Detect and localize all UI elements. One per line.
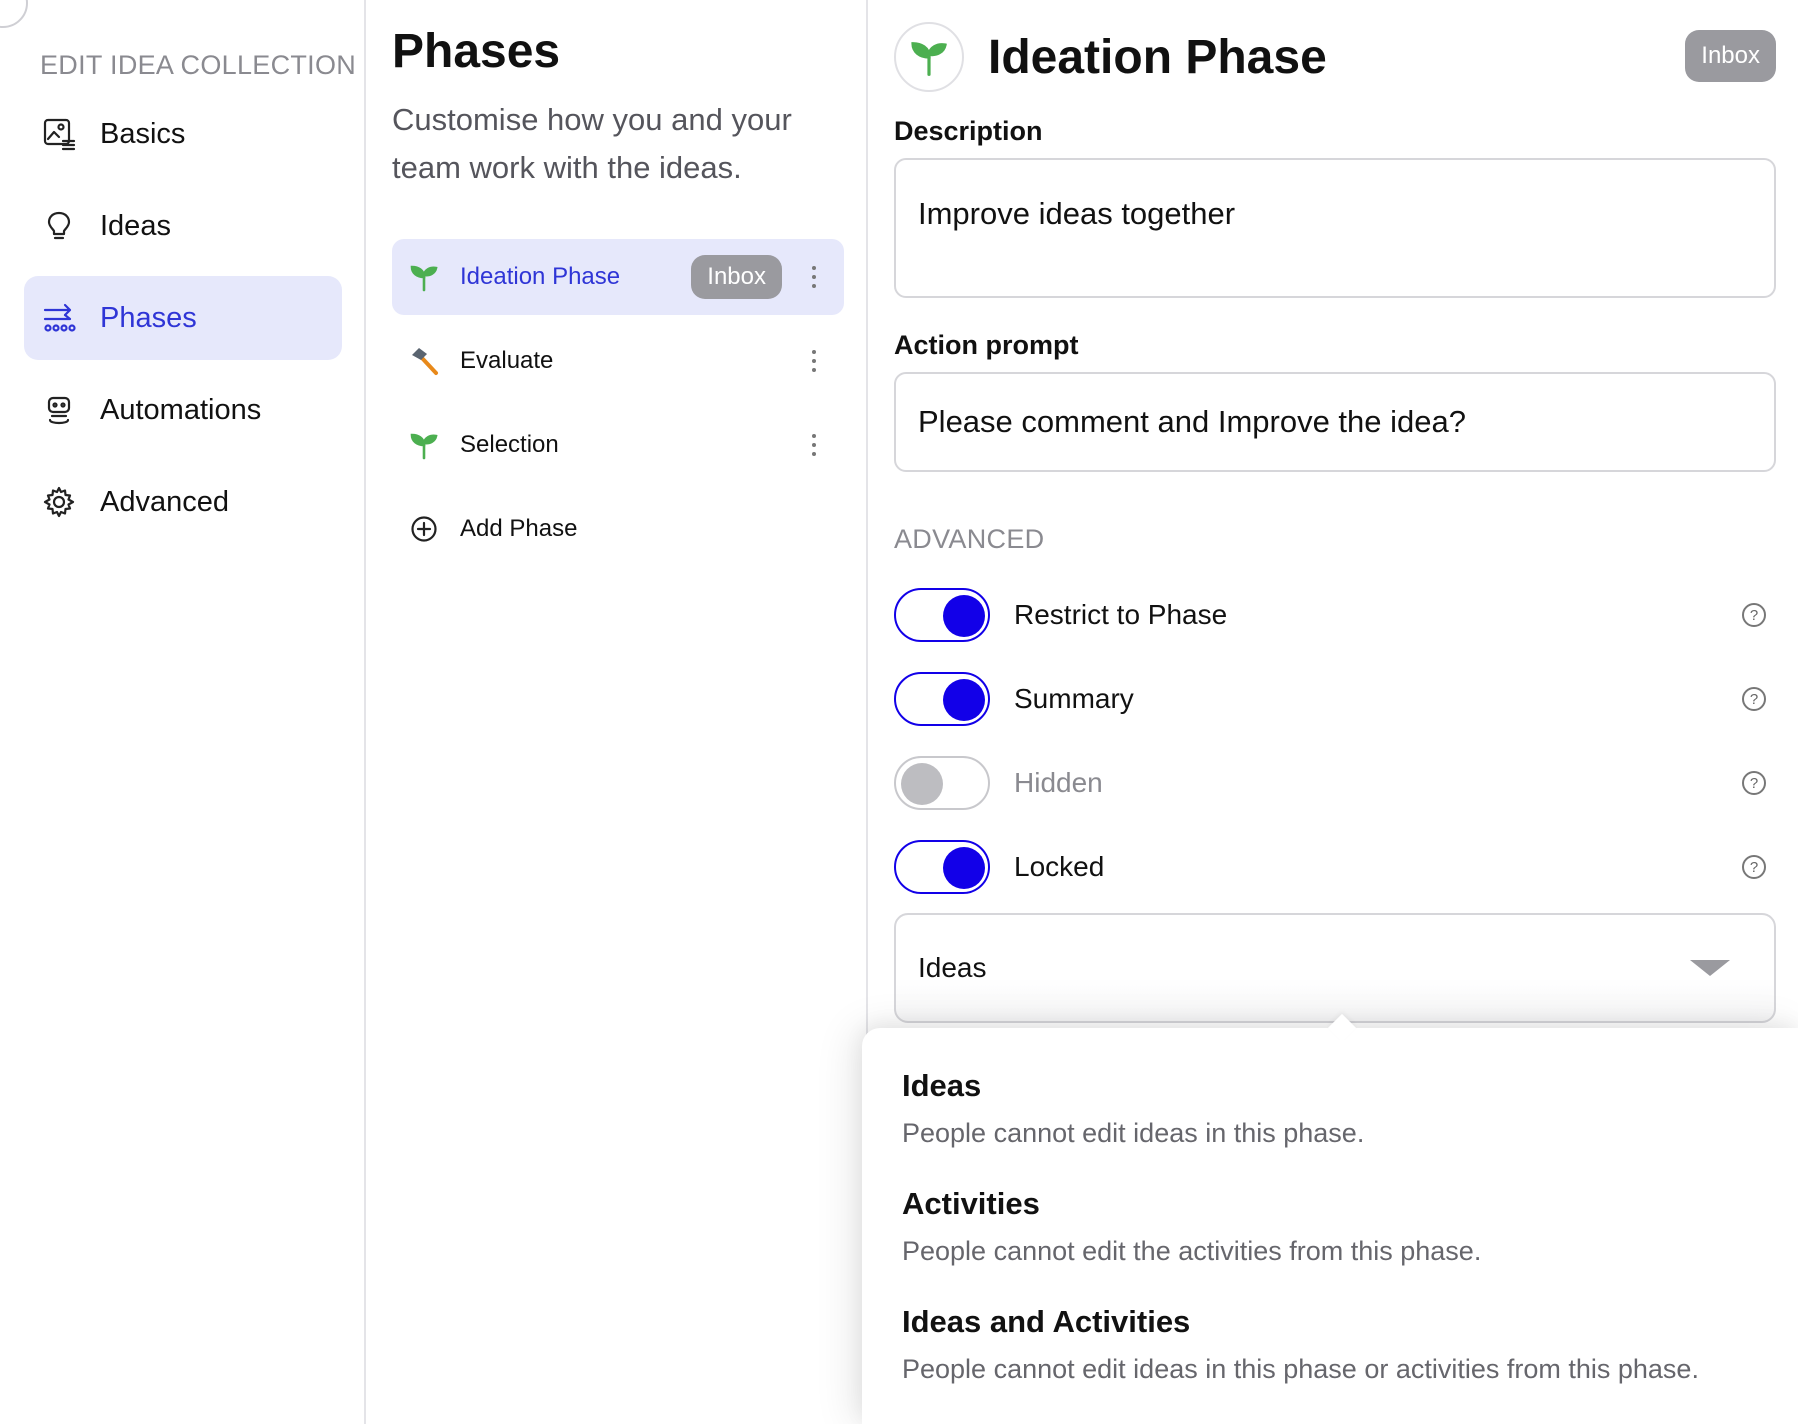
phases-icon xyxy=(42,301,76,335)
toggle-row-hidden: Hidden ? xyxy=(894,755,1776,811)
phase-name: Evaluate xyxy=(460,347,554,374)
description-field[interactable]: Improve ideas together xyxy=(894,158,1776,298)
sidebar-item-label: Automations xyxy=(100,393,262,426)
more-options-icon[interactable] xyxy=(806,431,822,459)
sidebar-item-label: Ideas xyxy=(100,209,171,242)
phases-column: Phases Customise how you and your team w… xyxy=(368,0,868,1424)
help-icon[interactable]: ? xyxy=(1742,603,1766,627)
description-label: Description xyxy=(894,116,1043,146)
option-description: People cannot edit the activities from t… xyxy=(902,1236,1482,1266)
settings-sidebar: EDIT IDEA COLLECTION Basics Ideas Phases… xyxy=(0,0,366,1424)
action-prompt-label: Action prompt xyxy=(894,330,1079,360)
toggle-row-restrict-to-phase: Restrict to Phase ? xyxy=(894,587,1776,643)
image-settings-icon xyxy=(42,117,76,151)
sidebar-item-basics[interactable]: Basics xyxy=(24,92,342,176)
hammer-icon xyxy=(408,345,440,377)
description-value: Improve ideas together xyxy=(918,196,1236,231)
summary-toggle[interactable] xyxy=(894,672,990,726)
sidebar-nav: Basics Ideas Phases Automations Advanced xyxy=(24,92,342,552)
help-icon[interactable]: ? xyxy=(1742,687,1766,711)
sidebar-item-phases[interactable]: Phases xyxy=(24,276,342,360)
more-options-icon[interactable] xyxy=(806,347,822,375)
toggle-label: Summary xyxy=(1014,683,1134,714)
page-title: Phases xyxy=(392,25,561,78)
inbox-badge: Inbox xyxy=(1685,30,1776,82)
dropdown-option-ideas[interactable]: Ideas People cannot edit ideas in this p… xyxy=(902,1068,1762,1149)
option-name: Activities xyxy=(902,1186,1040,1221)
phase-list: Ideation Phase Inbox Evaluate Selection … xyxy=(392,239,844,575)
option-description: People cannot edit ideas in this phase o… xyxy=(902,1354,1699,1384)
phase-name: Selection xyxy=(460,431,559,458)
inbox-badge: Inbox xyxy=(691,255,782,299)
restrict-to-phase-toggle[interactable] xyxy=(894,588,990,642)
option-description: People cannot edit ideas in this phase. xyxy=(902,1118,1365,1148)
sidebar-item-label: Advanced xyxy=(100,485,229,518)
toggle-label: Hidden xyxy=(1014,767,1103,798)
sidebar-section-title: EDIT IDEA COLLECTION xyxy=(40,50,357,80)
sidebar-item-ideas[interactable]: Ideas xyxy=(24,184,342,268)
dropdown-option-activities[interactable]: Activities People cannot edit the activi… xyxy=(902,1186,1762,1267)
seedling-icon xyxy=(894,22,964,92)
lock-scope-value: Ideas xyxy=(918,952,987,983)
sidebar-item-advanced[interactable]: Advanced xyxy=(24,460,342,544)
toggle-row-summary: Summary ? xyxy=(894,671,1776,727)
advanced-section-title: ADVANCED xyxy=(894,524,1045,554)
toggle-label: Locked xyxy=(1014,851,1105,882)
sidebar-item-label: Basics xyxy=(100,117,186,150)
phase-item-ideation[interactable]: Ideation Phase Inbox xyxy=(392,239,844,315)
gear-icon xyxy=(42,485,76,519)
option-name: Ideas and Activities xyxy=(902,1304,1191,1339)
sidebar-item-label: Phases xyxy=(100,301,197,334)
add-phase-button[interactable]: Add Phase xyxy=(392,491,844,567)
action-prompt-value: Please comment and Improve the idea? xyxy=(918,404,1466,439)
help-icon[interactable]: ? xyxy=(1742,771,1766,795)
phase-title: Ideation Phase xyxy=(988,31,1327,84)
page-subtitle: Customise how you and your team work wit… xyxy=(392,102,792,185)
phase-name: Ideation Phase xyxy=(460,263,621,290)
locked-toggle[interactable] xyxy=(894,840,990,894)
help-icon[interactable]: ? xyxy=(1742,855,1766,879)
dropdown-option-ideas-and-activities[interactable]: Ideas and Activities People cannot edit … xyxy=(902,1304,1762,1385)
phase-item-evaluate[interactable]: Evaluate xyxy=(392,323,844,399)
lock-scope-select[interactable]: Ideas xyxy=(894,913,1776,1023)
plus-circle-icon xyxy=(408,513,440,545)
option-name: Ideas xyxy=(902,1068,982,1103)
hidden-toggle[interactable] xyxy=(894,756,990,810)
lightbulb-icon xyxy=(42,209,76,243)
caret-down-icon xyxy=(1690,960,1730,976)
lock-scope-dropdown: Ideas People cannot edit ideas in this p… xyxy=(862,1013,1798,1424)
sidebar-item-automations[interactable]: Automations xyxy=(24,368,342,452)
add-phase-label: Add Phase xyxy=(460,515,578,542)
seedling-icon xyxy=(408,261,440,293)
more-options-icon[interactable] xyxy=(806,263,822,291)
action-prompt-field[interactable]: Please comment and Improve the idea? xyxy=(894,372,1776,472)
phase-item-selection[interactable]: Selection xyxy=(392,407,844,483)
robot-icon xyxy=(42,393,76,427)
back-button[interactable] xyxy=(0,0,28,28)
seedling-icon xyxy=(408,429,440,461)
toggle-label: Restrict to Phase xyxy=(1014,599,1228,630)
toggle-row-locked: Locked ? xyxy=(894,839,1776,895)
